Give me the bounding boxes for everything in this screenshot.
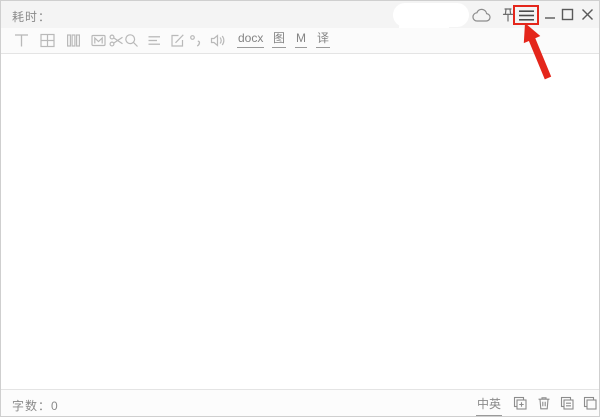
word-count-value: 0 <box>51 399 59 413</box>
docx-export-button[interactable]: docx <box>237 31 264 48</box>
insert-image-button[interactable]: 图 <box>272 31 286 48</box>
elapsed-time-label: 耗时： <box>12 8 51 25</box>
markdown-mode-button[interactable]: M <box>295 31 307 48</box>
minimize-icon[interactable] <box>544 7 556 28</box>
markdown-icon[interactable] <box>90 32 107 49</box>
trash-icon[interactable] <box>536 395 552 411</box>
titlebar: 耗时： <box>1 1 599 28</box>
title-format-icon[interactable] <box>13 32 30 49</box>
close-icon[interactable] <box>581 8 594 26</box>
punctuation-icon[interactable] <box>187 32 204 49</box>
statusbar: 字数：0 中英 <box>1 389 599 416</box>
search-icon[interactable] <box>123 32 140 49</box>
cloud-icon[interactable] <box>472 8 493 28</box>
menu-highlight-box <box>513 5 539 25</box>
toolbar: docx 图 M 译 <box>1 28 599 54</box>
note-list-icon[interactable] <box>559 395 575 411</box>
align-lines-icon[interactable] <box>146 32 163 49</box>
word-count: 字数：0 <box>12 397 59 414</box>
edit-icon[interactable] <box>169 32 186 49</box>
lang-toggle-button[interactable]: 中英 <box>476 395 502 416</box>
table-icon[interactable] <box>39 32 56 49</box>
new-note-icon[interactable] <box>512 395 528 411</box>
editor-canvas[interactable] <box>1 55 599 391</box>
word-count-label: 字数： <box>12 399 51 413</box>
speaker-icon[interactable] <box>209 32 226 49</box>
copy-icon[interactable] <box>582 395 598 411</box>
maximize-icon[interactable] <box>561 8 574 26</box>
columns-icon[interactable] <box>65 32 82 49</box>
app-window: 耗时： <box>0 0 600 417</box>
translate-button[interactable]: 译 <box>316 31 330 48</box>
